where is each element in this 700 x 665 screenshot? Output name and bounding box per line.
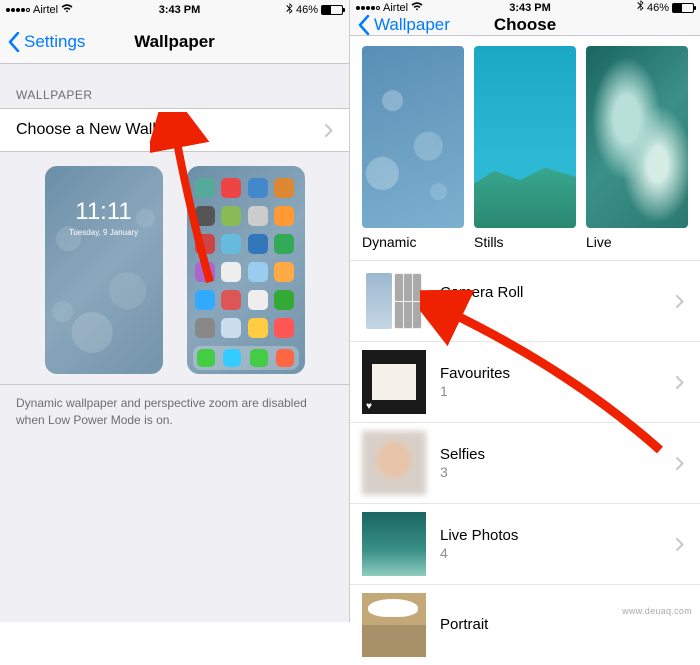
nav-title: Wallpaper: [134, 32, 215, 52]
status-time: 3:43 PM: [509, 2, 551, 14]
annotation-arrow: [420, 290, 670, 470]
footer-text: Dynamic wallpaper and perspective zoom a…: [0, 385, 349, 622]
album-thumb: [362, 350, 426, 414]
battery-icon: [321, 5, 343, 15]
bluetooth-icon: [637, 0, 644, 15]
album-thumb: [362, 593, 426, 657]
tile-label: Dynamic: [362, 234, 464, 250]
tile-stills[interactable]: Stills: [474, 46, 576, 250]
tile-live[interactable]: Live: [586, 46, 688, 250]
album-live-photos[interactable]: Live Photos 4: [350, 504, 700, 585]
back-button[interactable]: Settings: [8, 32, 85, 52]
signal-icon: [356, 6, 380, 10]
lockscreen-preview[interactable]: 11:11 Tuesday, 9 January: [45, 166, 163, 374]
chevron-right-icon: [325, 124, 333, 137]
lock-time: 11:11 Tuesday, 9 January: [45, 198, 163, 237]
status-bar: Airtel 3:43 PM 46%: [0, 0, 349, 20]
battery-icon: [672, 3, 694, 13]
album-thumb: [362, 431, 426, 495]
album-count: 4: [440, 545, 662, 561]
annotation-arrow: [150, 112, 230, 292]
back-label: Settings: [24, 32, 85, 52]
tile-label: Live: [586, 234, 688, 250]
battery-pct: 46%: [296, 4, 318, 16]
album-portrait[interactable]: Portrait: [350, 585, 700, 665]
carrier-label: Airtel: [383, 2, 408, 14]
carrier-label: Airtel: [33, 4, 58, 16]
bluetooth-icon: [286, 3, 293, 18]
chevron-right-icon: [676, 376, 684, 389]
wallpaper-type-tiles: Dynamic Stills Live: [350, 36, 700, 256]
watermark: www.deuaq.com: [622, 606, 692, 616]
section-header: WALLPAPER: [0, 64, 349, 108]
signal-icon: [6, 8, 30, 12]
nav-bar: Settings Wallpaper: [0, 20, 349, 64]
left-screen: Airtel 3:43 PM 46% Settings Wallpaper WA: [0, 0, 350, 622]
tile-label: Stills: [474, 234, 576, 250]
nav-title: Choose: [494, 15, 556, 35]
album-thumb: [362, 512, 426, 576]
album-name: Live Photos: [440, 527, 662, 544]
wifi-icon: [61, 4, 73, 16]
nav-bar: Wallpaper Choose: [350, 15, 700, 36]
album-thumb: [362, 269, 426, 333]
chevron-right-icon: [676, 538, 684, 551]
chevron-right-icon: [676, 457, 684, 470]
chevron-left-icon: [8, 32, 20, 52]
back-label: Wallpaper: [374, 15, 450, 35]
back-button[interactable]: Wallpaper: [358, 15, 450, 35]
album-name: Portrait: [440, 616, 684, 633]
status-time: 3:43 PM: [159, 4, 201, 16]
status-bar: Airtel 3:43 PM 46%: [350, 0, 700, 15]
right-screen: Airtel 3:43 PM 46% Wallpaper Choose: [350, 0, 700, 622]
tile-dynamic[interactable]: Dynamic: [362, 46, 464, 250]
battery-pct: 46%: [647, 2, 669, 14]
chevron-left-icon: [358, 15, 370, 35]
wifi-icon: [411, 2, 423, 14]
chevron-right-icon: [676, 295, 684, 308]
